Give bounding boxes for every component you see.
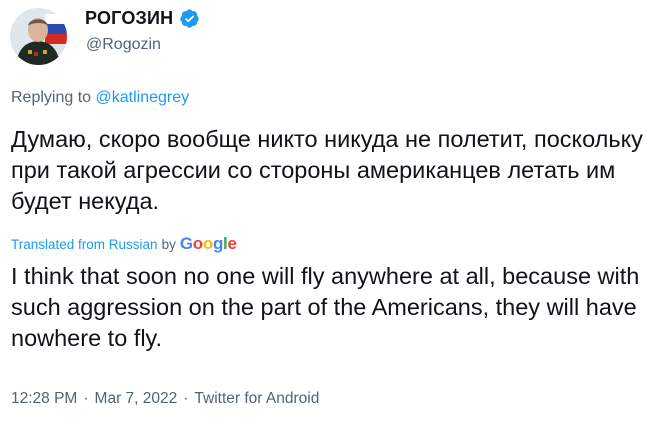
- author-display-name[interactable]: РОГОЗИН: [85, 8, 173, 29]
- avatar[interactable]: [10, 8, 67, 65]
- author-name-row: РОГОЗИН: [85, 8, 200, 29]
- tweet-translation-text: I think that soon no one will fly anywhe…: [11, 263, 640, 351]
- verified-badge-icon: [179, 8, 200, 29]
- by-label: by: [161, 236, 176, 252]
- avatar-photo: [10, 8, 67, 65]
- separator-dot: ·: [183, 390, 189, 407]
- translated-from-link[interactable]: Translated from Russian: [11, 237, 158, 252]
- tweet-original-text: Думаю, скоро вообще никто никуда не поле…: [11, 126, 643, 214]
- translation-attribution: Translated from Russian by Google: [11, 234, 237, 254]
- tweet-time[interactable]: 12:28 PM: [11, 390, 77, 408]
- google-logo: Google: [179, 234, 237, 253]
- tweet: РОГОЗИН @Rogozin Replying to @katlinegre…: [0, 0, 672, 421]
- separator-dot: ·: [83, 390, 89, 407]
- author-handle[interactable]: @Rogozin: [86, 36, 161, 54]
- replying-to-label: Replying to: [11, 89, 96, 106]
- tweet-date[interactable]: Mar 7, 2022: [95, 390, 178, 408]
- mention-link[interactable]: @katlinegrey: [96, 89, 190, 106]
- replying-to: Replying to @katlinegrey: [11, 89, 189, 107]
- tweet-source[interactable]: Twitter for Android: [194, 390, 319, 408]
- tweet-metadata: 12:28 PM · Mar 7, 2022 · Twitter for And…: [11, 390, 319, 408]
